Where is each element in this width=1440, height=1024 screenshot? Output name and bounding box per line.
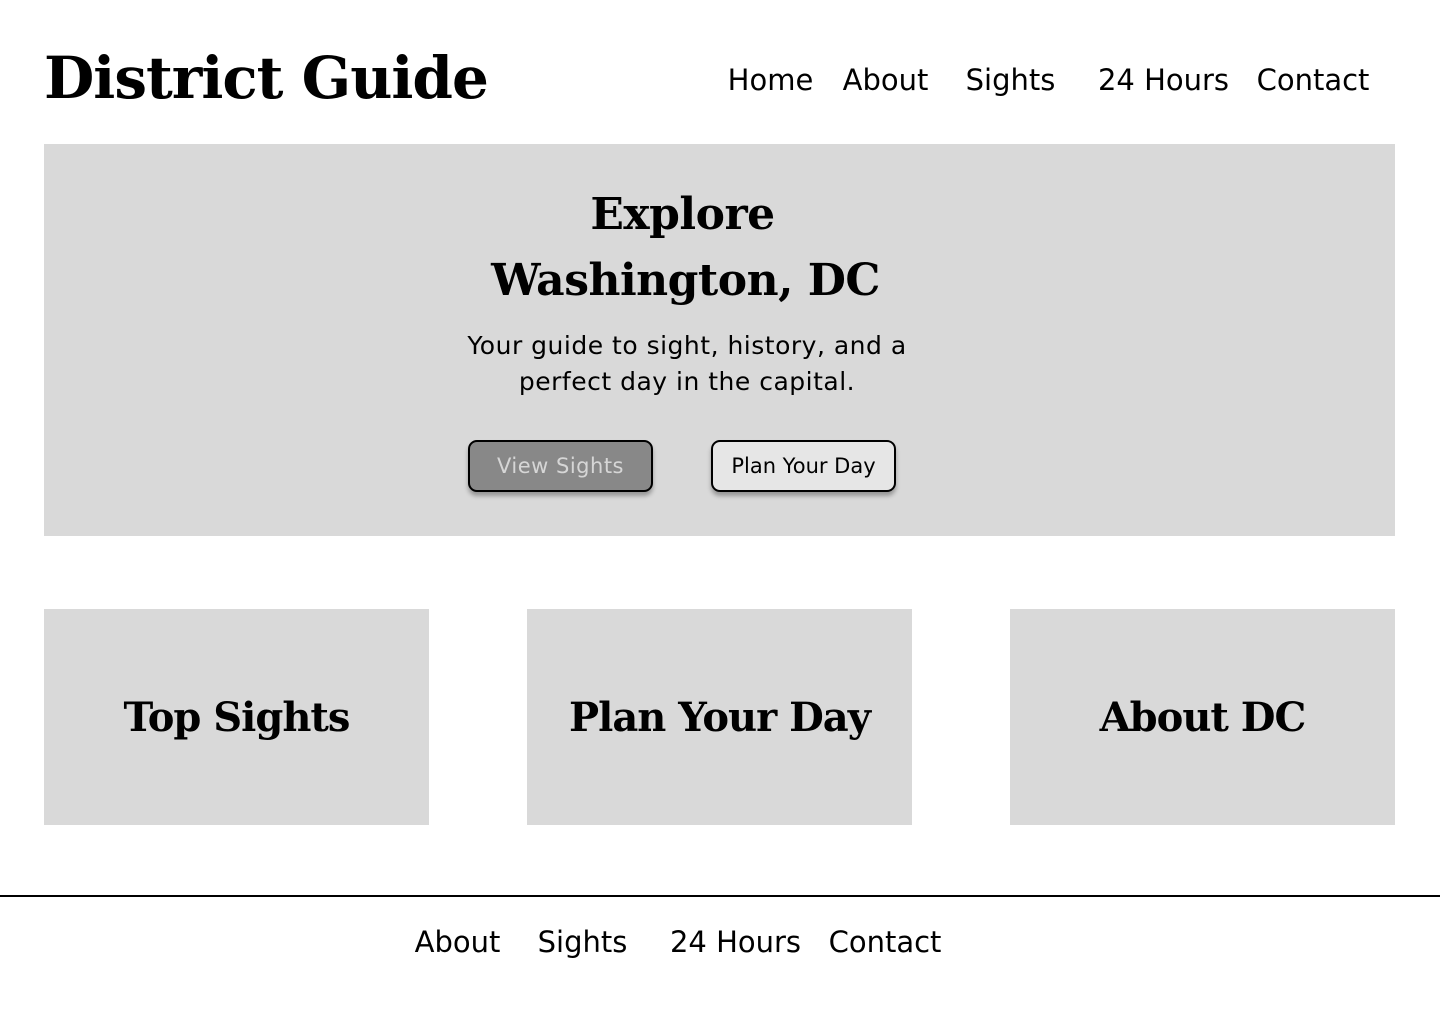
hero-title-line-1: Explore <box>590 189 775 240</box>
card-top-sights[interactable]: Top Sights <box>44 609 429 825</box>
card-about-dc[interactable]: About DC <box>1010 609 1395 825</box>
footer-nav-sights[interactable]: Sights <box>536 918 629 966</box>
nav-about[interactable]: About <box>840 56 931 104</box>
plan-your-day-button[interactable]: Plan Your Day <box>711 440 896 492</box>
nav-home[interactable]: Home <box>727 56 814 104</box>
site-title[interactable]: District Guide <box>44 36 489 120</box>
nav-sights[interactable]: Sights <box>964 56 1057 104</box>
footer-nav-24-hours[interactable]: 24 Hours <box>668 918 803 966</box>
hero-subtitle: Your guide to sight, history, and a perf… <box>467 331 907 396</box>
card-title: Top Sights <box>123 693 351 741</box>
card-plan-your-day[interactable]: Plan Your Day <box>527 609 912 825</box>
hero-banner: Explore Washington, DC Your guide to sig… <box>44 144 1395 536</box>
card-title: Plan Your Day <box>569 693 871 741</box>
hero-title-line-2: Washington, DC <box>491 255 880 306</box>
nav-contact[interactable]: Contact <box>1254 56 1372 104</box>
footer-divider <box>0 895 1440 897</box>
view-sights-button[interactable]: View Sights <box>468 440 653 492</box>
nav-24-hours[interactable]: 24 Hours <box>1096 56 1231 104</box>
footer-nav-about[interactable]: About <box>412 918 503 966</box>
card-title: About DC <box>1099 693 1307 741</box>
footer-nav-contact[interactable]: Contact <box>826 918 944 966</box>
